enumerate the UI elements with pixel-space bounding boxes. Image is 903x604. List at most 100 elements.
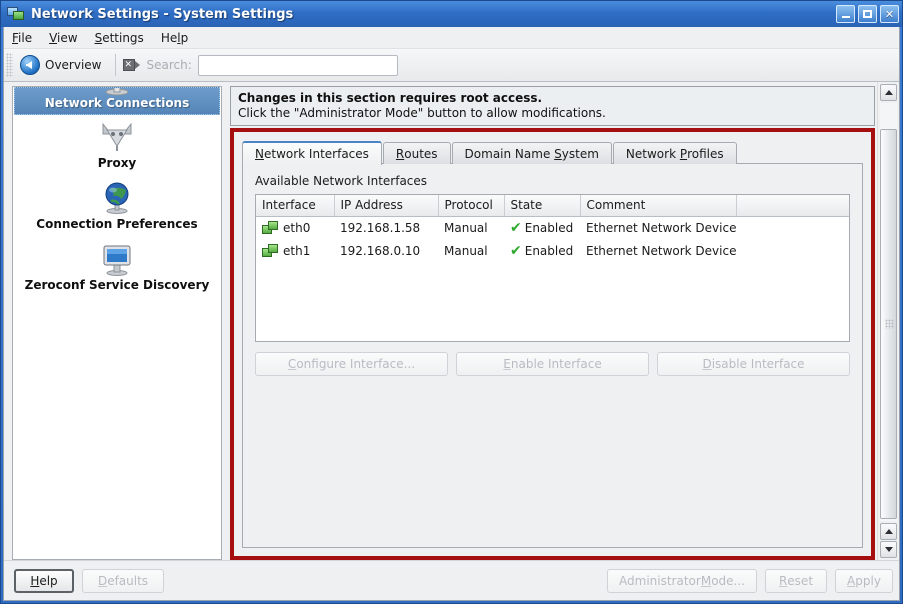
cell-state: ✔ Enabled <box>504 239 580 262</box>
main-body: Network Connections Proxy Connection Pre… <box>4 82 899 560</box>
chevron-up-icon <box>884 529 893 534</box>
notice-line-1: Changes in this section requires root ac… <box>238 91 543 105</box>
search-input[interactable] <box>197 54 398 76</box>
monitor-icon <box>17 240 217 276</box>
window-controls: ✕ <box>836 5 899 23</box>
table-header: Interface IP Address Protocol State Comm… <box>256 195 849 217</box>
cell-protocol: Manual <box>444 243 488 258</box>
back-arrow-icon <box>20 55 40 75</box>
tab-network-interfaces-rest: etwork Interfaces <box>263 147 369 161</box>
toolbar-separator <box>114 54 116 76</box>
tab-dns-rest: ystem <box>561 146 599 161</box>
close-button[interactable]: ✕ <box>880 5 899 23</box>
state-text: Enabled <box>524 243 574 258</box>
column-header-spare[interactable] <box>736 195 849 217</box>
tool-bar: Overview ✕ Search: <box>4 49 899 82</box>
tab-network-profiles[interactable]: Network Profiles <box>612 142 737 164</box>
tab-routes-rest: outes <box>404 146 438 161</box>
minimize-icon <box>841 16 850 18</box>
sidebar-container: Network Connections Proxy Connection Pre… <box>4 82 226 560</box>
sidebar-item-network-connections[interactable]: Network Connections <box>14 87 220 115</box>
overview-button[interactable]: Overview <box>17 53 108 77</box>
vertical-scrollbar[interactable] <box>877 82 899 560</box>
scrollbar-grip <box>885 319 894 329</box>
interface-name: eth1 <box>283 243 311 258</box>
green-check-icon: ✔ <box>510 242 522 259</box>
menu-help[interactable]: Help <box>161 31 188 45</box>
scrollbar-track[interactable] <box>880 103 897 521</box>
menu-view[interactable]: View <box>49 31 77 45</box>
tab-routes[interactable]: Routes <box>382 142 451 164</box>
enable-interface-button[interactable]: Enable Interface <box>456 352 649 376</box>
administrator-mode-label: ode... <box>711 573 745 588</box>
network-card-icon <box>262 243 279 258</box>
apply-button[interactable]: Apply <box>835 568 893 593</box>
cell-comment: Ethernet Network Device <box>586 243 737 258</box>
defaults-button[interactable]: Defaults <box>82 568 164 593</box>
table-row[interactable]: eth0 192.168.1.58 Manual ✔ Enabled Ether… <box>256 216 849 239</box>
content-panel: Changes in this section requires root ac… <box>226 82 877 560</box>
interface-name: eth0 <box>283 220 311 235</box>
title-bar: Network Settings - System Settings ✕ <box>1 1 902 27</box>
toolbar-grip[interactable] <box>6 53 13 77</box>
table-body: eth0 192.168.1.58 Manual ✔ Enabled Ether… <box>256 216 849 262</box>
sidebar-item-connection-preferences[interactable]: Connection Preferences <box>13 176 221 237</box>
sidebar-label-network-connections: Network Connections <box>44 96 190 110</box>
highlight-frame: Network Interfaces Routes Domain Name Sy… <box>230 128 875 560</box>
defaults-label: efaults <box>107 573 149 588</box>
menu-settings-rest: ettings <box>102 30 144 45</box>
sidebar-label-proxy: Proxy <box>97 156 137 170</box>
disable-interface-button[interactable]: Disable Interface <box>657 352 850 376</box>
column-header-interface[interactable]: Interface <box>256 195 335 217</box>
scroll-up-button-bottom[interactable] <box>880 523 897 540</box>
scroll-down-button[interactable] <box>880 541 897 558</box>
interfaces-table-container[interactable]: Interface IP Address Protocol State Comm… <box>255 194 850 342</box>
scroll-up-button[interactable] <box>880 84 897 101</box>
table-row[interactable]: eth1 192.168.0.10 Manual ✔ Enabled Ether… <box>256 239 849 262</box>
root-access-notice: Changes in this section requires root ac… <box>230 86 875 126</box>
column-header-protocol[interactable]: Protocol <box>438 195 505 217</box>
tab-page-network-interfaces: Available Network Interfaces Interface I… <box>242 163 863 548</box>
configure-interface-button[interactable]: Configure Interface... <box>255 352 448 376</box>
interface-actions: Configure Interface... Enable Interface … <box>255 352 850 376</box>
minimize-button[interactable] <box>836 5 855 23</box>
globe-icon <box>17 179 217 215</box>
tab-domain-name-system[interactable]: Domain Name System <box>451 142 612 164</box>
configure-interface-label: onfigure Interface... <box>296 357 416 371</box>
scrollbar-thumb[interactable] <box>880 129 897 519</box>
column-header-ip-address[interactable]: IP Address <box>334 195 439 217</box>
table-header-row: Interface IP Address Protocol State Comm… <box>256 195 849 217</box>
menu-settings[interactable]: Settings <box>95 31 144 45</box>
maximize-icon <box>863 10 872 18</box>
monitor-network-icon <box>7 6 25 22</box>
interfaces-table: Interface IP Address Protocol State Comm… <box>256 195 849 262</box>
column-header-state[interactable]: State <box>504 195 581 217</box>
sidebar-label-connection-preferences: Connection Preferences <box>36 217 198 231</box>
reset-button[interactable]: Reset <box>765 568 827 593</box>
sidebar-list: Network Connections Proxy Connection Pre… <box>12 86 222 560</box>
cell-comment: Ethernet Network Device <box>586 220 737 235</box>
menu-bar: File View Settings Help <box>4 27 899 49</box>
cell-state: ✔ Enabled <box>504 216 580 239</box>
chevron-down-icon <box>884 547 893 552</box>
sidebar-item-zeroconf-service-discovery[interactable]: Zeroconf Service Discovery <box>13 237 221 298</box>
cell-ip-address: 192.168.1.58 <box>340 220 421 235</box>
column-header-comment[interactable]: Comment <box>580 195 737 217</box>
notice-line-2: Click the "Administrator Mode" button to… <box>238 106 606 120</box>
reset-label: eset <box>787 573 814 588</box>
tab-network-profiles-rest: rofiles <box>687 146 724 161</box>
clear-search-icon[interactable]: ✕ <box>122 58 140 72</box>
administrator-mode-button[interactable]: Administrator Mode... <box>607 568 757 593</box>
green-check-icon: ✔ <box>510 219 522 236</box>
tab-bar: Network Interfaces Routes Domain Name Sy… <box>242 140 863 165</box>
tab-widget: Network Interfaces Routes Domain Name Sy… <box>242 140 863 548</box>
state-text: Enabled <box>524 220 574 235</box>
tab-network-interfaces[interactable]: Network Interfaces <box>242 141 382 165</box>
sidebar-item-proxy[interactable]: Proxy <box>13 115 221 176</box>
overview-label: Overview <box>45 58 102 72</box>
maximize-button[interactable] <box>858 5 877 23</box>
menu-file[interactable]: File <box>12 31 32 45</box>
help-button[interactable]: Help <box>14 568 74 593</box>
menu-view-rest: iew <box>57 30 78 45</box>
cell-ip-address: 192.168.0.10 <box>340 243 421 258</box>
